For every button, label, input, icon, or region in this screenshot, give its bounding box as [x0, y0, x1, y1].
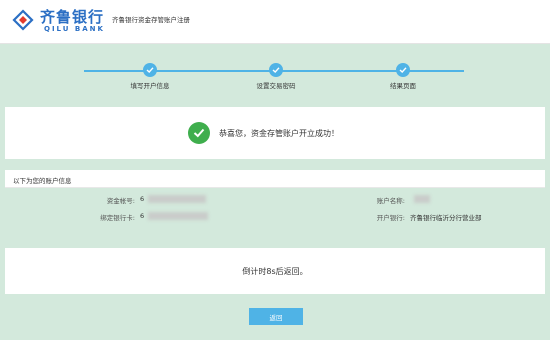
bound-card-label: 绑定银行卡: [100, 214, 135, 222]
bound-card-text: 6 [140, 212, 145, 220]
countdown-text: 倒计时8s后返回。 [242, 267, 308, 276]
logo-name-en: QILU BANK [44, 25, 105, 33]
step-fill-info: 填写开户信息 [110, 62, 190, 90]
back-button[interactable]: 返回 [249, 308, 303, 325]
step-label: 结果页面 [390, 82, 416, 90]
step-label: 填写开户信息 [130, 82, 170, 90]
page-title: 齐鲁银行资金存管账户注册 [112, 16, 190, 24]
countdown-panel: 倒计时8s后返回。 [5, 248, 545, 294]
account-info-title: 以下为您的账户信息 [13, 177, 72, 185]
check-icon [396, 63, 410, 77]
redacted-mask [148, 195, 207, 203]
fund-account-label: 资金帐号: [106, 197, 135, 205]
account-info-header: 以下为您的账户信息 [5, 170, 545, 188]
account-name-label: 账户名称: [376, 197, 405, 205]
redacted-mask [414, 195, 430, 203]
success-check-icon [188, 122, 210, 144]
account-name-value [410, 195, 430, 203]
success-message: 恭喜您，资金存管账户开立成功！ [219, 129, 339, 138]
redacted-mask [148, 212, 209, 220]
check-icon [269, 63, 283, 77]
header: 齐鲁银行 QILU BANK 齐鲁银行资金存管账户注册 [0, 0, 550, 44]
step-label: 设置交易密码 [256, 82, 296, 90]
step-result: 结果页面 [363, 62, 443, 90]
bank-logo-icon [12, 9, 34, 31]
bound-card-value: 6 [140, 212, 209, 220]
step-set-password: 设置交易密码 [236, 62, 316, 90]
success-panel: 恭喜您，资金存管账户开立成功！ [5, 107, 545, 159]
fund-account-text: 6 [140, 195, 145, 203]
logo-name-cn: 齐鲁银行 [40, 8, 105, 26]
branch-label: 开户银行: [376, 214, 405, 222]
account-info-panel: 以下为您的账户信息 资金帐号: 6 账户名称: 绑定银行卡: 6 开户银行: 齐… [5, 170, 545, 235]
branch-value: 齐鲁银行临沂分行营业部 [410, 214, 482, 222]
check-icon [143, 63, 157, 77]
fund-account-value: 6 [140, 195, 207, 203]
progress-steps: 填写开户信息 设置交易密码 结果页面 [0, 62, 550, 102]
